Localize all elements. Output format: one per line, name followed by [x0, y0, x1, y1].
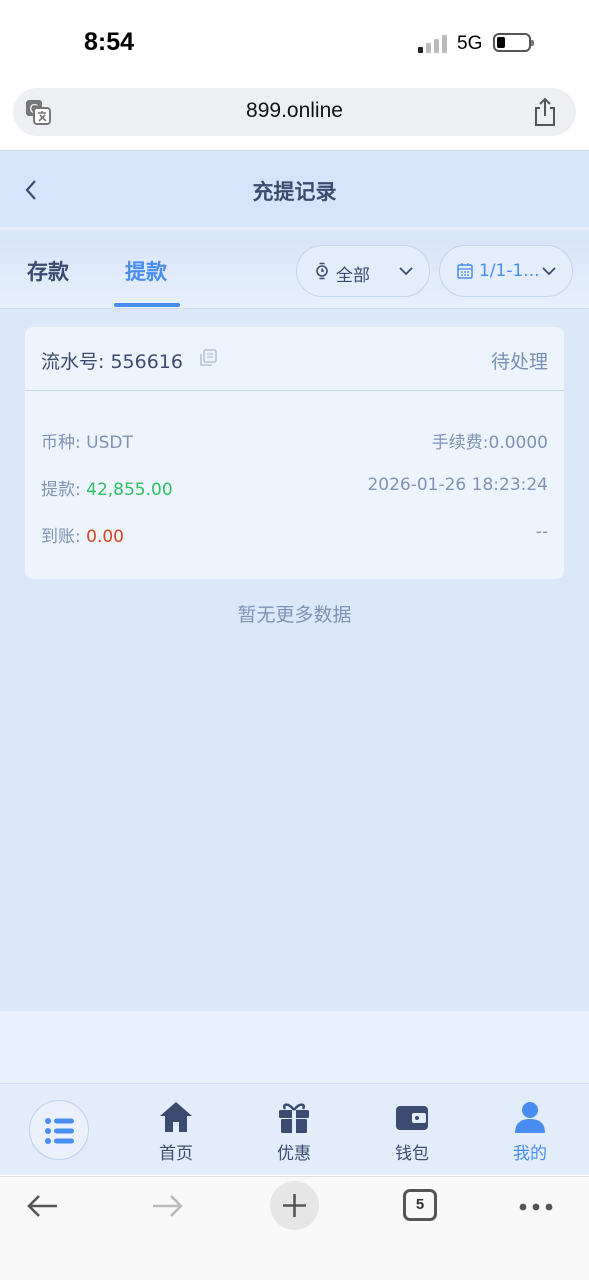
chevron-down-icon: [542, 267, 556, 276]
tab-deposit[interactable]: 存款: [27, 256, 69, 286]
empty-state-text: 暂无更多数据: [237, 604, 352, 626]
back-icon[interactable]: [24, 1191, 60, 1221]
date-filter-dropdown[interactable]: 1/1-1...: [439, 245, 573, 297]
browser-toolbar: 5: [0, 1176, 589, 1280]
status-bar: 8:54 5G: [0, 0, 589, 86]
tab-withdraw[interactable]: 提款: [125, 256, 167, 286]
app-content: 充提记录 存款 提款 全部 1/1-1... 流水号: 556616 待处理 币…: [0, 150, 589, 1175]
address-bar[interactable]: G 899.online: [13, 88, 576, 136]
signal-icon: [418, 33, 448, 53]
more-icon[interactable]: [519, 1203, 553, 1211]
url-text: 899.online: [246, 99, 343, 122]
calendar-icon: [457, 263, 473, 279]
battery-icon: [493, 33, 534, 52]
network-type: 5G: [457, 33, 483, 54]
withdraw-amount: 42,855.00: [86, 480, 173, 500]
status-badge: 待处理: [490, 351, 548, 373]
nav-profile[interactable]: 我的: [490, 1098, 570, 1168]
nav-promotions-label: 优惠: [277, 1144, 311, 1164]
status-time: 8:54: [84, 28, 135, 56]
tab-switcher-button[interactable]: 5: [403, 1189, 437, 1221]
new-tab-button[interactable]: [270, 1181, 319, 1230]
user-icon: [515, 1102, 545, 1133]
withdraw-label: 提款:: [41, 480, 87, 500]
currency-label: 币种:: [41, 433, 87, 453]
tab-count: 5: [415, 1196, 425, 1213]
received-extra: --: [535, 522, 548, 542]
nav-wallet-label: 钱包: [395, 1144, 429, 1164]
withdrawal-record-card[interactable]: 流水号: 556616 待处理 币种: USDT 手续费:0.0000 提款: …: [25, 327, 564, 579]
status-filter-dropdown[interactable]: 全部: [296, 245, 430, 297]
received-label: 到账:: [41, 527, 87, 547]
nav-home-label: 首页: [159, 1144, 193, 1164]
share-icon[interactable]: [532, 97, 558, 127]
withdraw-amount-field: 提款: 42,855.00: [41, 475, 173, 500]
received-amount: 0.00: [86, 527, 124, 547]
received-field: 到账: 0.00: [41, 522, 124, 547]
nav-promotions[interactable]: 优惠: [254, 1098, 334, 1168]
status-filter-value: 全部: [336, 266, 370, 286]
currency-value: USDT: [86, 433, 133, 453]
serial-number: 流水号: 556616: [41, 351, 183, 373]
plus-icon: [283, 1194, 306, 1217]
page-header: 充提记录: [0, 151, 589, 229]
bottom-navigation: 首页 优惠 钱包 我的: [0, 1083, 589, 1175]
watch-icon: [316, 262, 328, 280]
active-tab-indicator: [114, 303, 180, 307]
nav-wallet[interactable]: 钱包: [372, 1098, 452, 1168]
record-header: 流水号: 556616 待处理: [25, 327, 564, 391]
nav-profile-label: 我的: [513, 1144, 547, 1164]
record-datetime: 2026-01-26 18:23:24: [367, 475, 548, 495]
tabs-row: 存款 提款 全部 1/1-1...: [0, 231, 589, 309]
wallet-icon: [396, 1106, 428, 1130]
currency-field: 币种: USDT: [41, 428, 133, 453]
home-icon: [160, 1102, 192, 1132]
nav-home[interactable]: 首页: [136, 1098, 216, 1168]
chevron-down-icon: [399, 267, 413, 276]
menu-button[interactable]: [29, 1100, 89, 1160]
fee-field: 手续费:0.0000: [431, 433, 548, 453]
copy-icon[interactable]: [199, 349, 217, 367]
date-filter-value: 1/1-1...: [479, 261, 540, 281]
page-title: 充提记录: [252, 180, 337, 204]
content-footer: [0, 1011, 589, 1083]
gift-icon: [279, 1103, 309, 1133]
list-icon: [45, 1118, 74, 1144]
forward-icon[interactable]: [150, 1191, 186, 1221]
